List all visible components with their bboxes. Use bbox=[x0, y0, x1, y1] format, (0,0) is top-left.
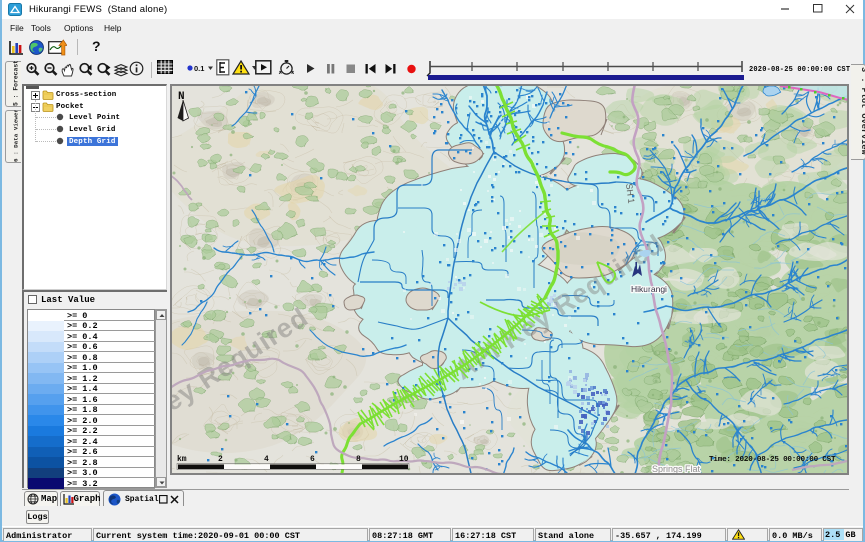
svg-text:6 : Data Viewer: 6 : Data Viewer bbox=[13, 110, 20, 162]
svg-text:3 : Plot Overview: 3 : Plot Overview bbox=[859, 67, 865, 156]
svg-text:5 : Forecast: 5 : Forecast bbox=[13, 61, 20, 106]
svg-text:0.1: 0.1 bbox=[194, 64, 204, 73]
